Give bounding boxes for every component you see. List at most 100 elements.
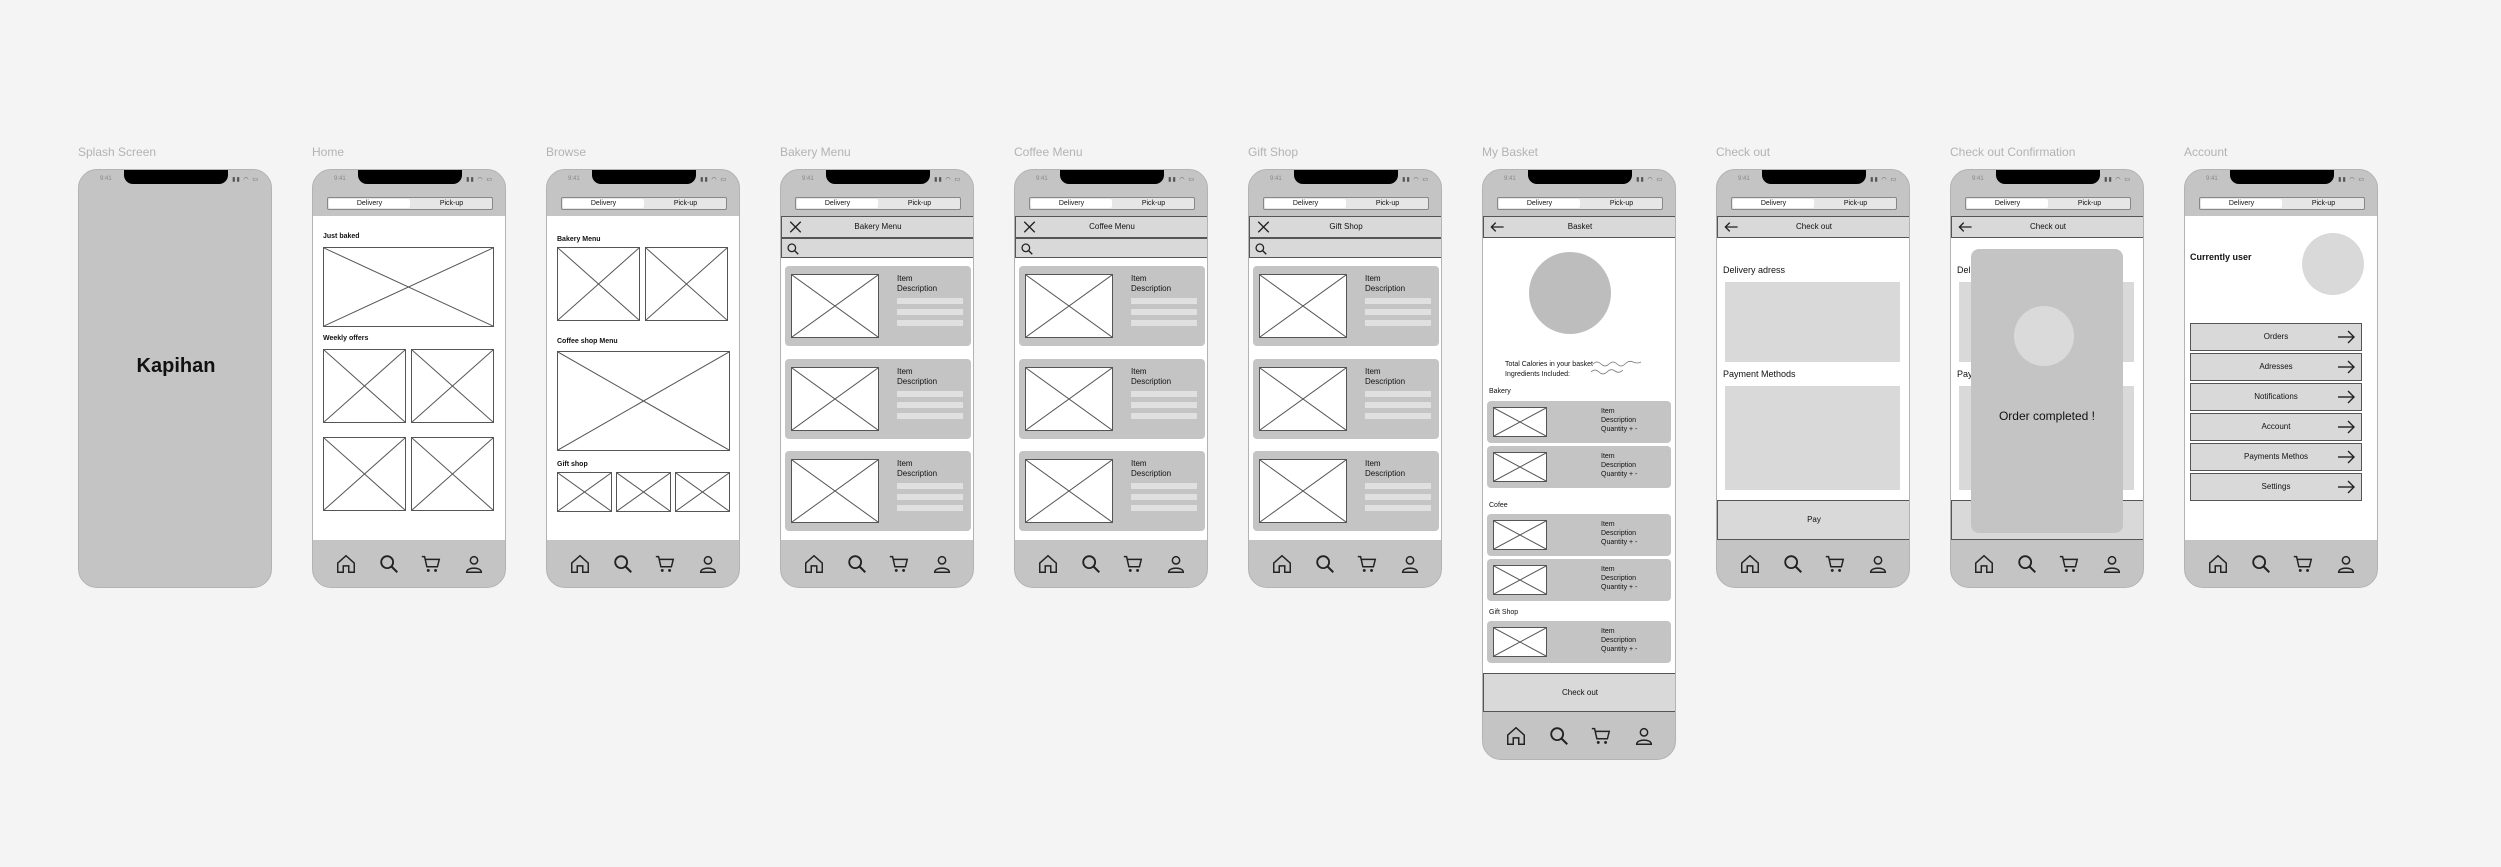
cart-icon[interactable] [2058,553,2080,575]
user-icon[interactable] [463,553,485,575]
user-icon[interactable] [2335,553,2357,575]
back-arrow-icon[interactable] [1958,220,1973,234]
image-placeholder[interactable] [557,247,640,321]
quantity-stepper[interactable]: Quantity + - [1601,471,1637,478]
delivery-tab[interactable]: Delivery [1967,199,2048,208]
home-icon[interactable] [1739,553,1761,575]
search-icon[interactable] [846,553,868,575]
delivery-tab[interactable]: Delivery [2201,199,2282,208]
search-bar[interactable] [1249,238,1441,258]
menu-item-card[interactable]: Item Description [785,359,971,439]
basket-item[interactable]: Item Description Quantity + - [1487,559,1671,601]
user-icon[interactable] [1867,553,1889,575]
back-arrow-icon[interactable] [1724,220,1739,234]
home-icon[interactable] [1973,553,1995,575]
basket-item[interactable]: Item Description Quantity + - [1487,514,1671,556]
delivery-address-box[interactable] [1725,282,1900,362]
account-menu-notifications[interactable]: Notifications [2190,383,2362,411]
image-placeholder[interactable] [411,437,494,511]
close-icon[interactable] [1256,220,1271,234]
cart-icon[interactable] [654,553,676,575]
pay-button[interactable]: Pay [1717,500,1909,540]
delivery-tab[interactable]: Delivery [797,199,878,208]
search-icon[interactable] [1548,725,1570,747]
image-placeholder[interactable] [323,247,494,327]
delivery-tab[interactable]: Delivery [1031,199,1112,208]
quantity-stepper[interactable]: Quantity + - [1601,539,1637,546]
image-placeholder[interactable] [411,349,494,423]
pickup-tab[interactable]: Pick-up [1347,198,1428,209]
cart-icon[interactable] [2292,553,2314,575]
search-icon[interactable] [612,553,634,575]
search-bar[interactable] [1015,238,1207,258]
user-icon[interactable] [1633,725,1655,747]
account-menu-account[interactable]: Account [2190,413,2362,441]
cart-icon[interactable] [1356,553,1378,575]
menu-item-card[interactable]: Item Description [1019,266,1205,346]
basket-item[interactable]: Item Description Quantity + - [1487,401,1671,443]
delivery-tab[interactable]: Delivery [1265,199,1346,208]
home-icon[interactable] [1271,553,1293,575]
image-placeholder[interactable] [645,247,728,321]
quantity-stepper[interactable]: Quantity + - [1601,646,1637,653]
home-icon[interactable] [2207,553,2229,575]
avatar[interactable] [2302,233,2364,295]
cart-icon[interactable] [420,553,442,575]
image-placeholder[interactable] [557,351,730,451]
cart-icon[interactable] [1824,553,1846,575]
pickup-tab[interactable]: Pick-up [1815,198,1896,209]
search-bar[interactable] [781,238,973,258]
user-icon[interactable] [2101,553,2123,575]
pickup-tab[interactable]: Pick-up [2049,198,2130,209]
user-icon[interactable] [1399,553,1421,575]
search-icon[interactable] [1314,553,1336,575]
home-icon[interactable] [1505,725,1527,747]
delivery-tab[interactable]: Delivery [563,199,644,208]
search-icon[interactable] [1020,242,1034,256]
cart-icon[interactable] [1122,553,1144,575]
cart-icon[interactable] [888,553,910,575]
image-placeholder[interactable] [675,472,730,512]
search-icon[interactable] [786,242,800,256]
menu-item-card[interactable]: Item Description [785,266,971,346]
basket-item[interactable]: Item Description Quantity + - [1487,621,1671,663]
home-icon[interactable] [569,553,591,575]
home-icon[interactable] [335,553,357,575]
pickup-tab[interactable]: Pick-up [1113,198,1194,209]
pickup-tab[interactable]: Pick-up [2283,198,2364,209]
account-menu-payments[interactable]: Payments Methos [2190,443,2362,471]
checkout-button[interactable]: Check out [1483,673,1675,712]
cart-icon[interactable] [1590,725,1612,747]
close-icon[interactable] [788,220,803,234]
account-menu-addresses[interactable]: Adresses [2190,353,2362,381]
account-menu-settings[interactable]: Settings [2190,473,2362,501]
search-icon[interactable] [2016,553,2038,575]
image-placeholder[interactable] [557,472,612,512]
order-completed-modal[interactable]: Order completed ! [1971,249,2123,533]
home-icon[interactable] [803,553,825,575]
delivery-tab[interactable]: Delivery [1499,199,1580,208]
image-placeholder[interactable] [616,472,671,512]
search-icon[interactable] [1254,242,1268,256]
user-icon[interactable] [1165,553,1187,575]
quantity-stepper[interactable]: Quantity + - [1601,584,1637,591]
delivery-tab[interactable]: Delivery [1733,199,1814,208]
delivery-tab[interactable]: Delivery [329,199,410,208]
pickup-tab[interactable]: Pick-up [411,198,492,209]
image-placeholder[interactable] [323,437,406,511]
search-icon[interactable] [2250,553,2272,575]
back-arrow-icon[interactable] [1490,220,1505,234]
user-icon[interactable] [931,553,953,575]
search-icon[interactable] [1080,553,1102,575]
menu-item-card[interactable]: Item Description [1253,359,1439,439]
menu-item-card[interactable]: Item Description [1019,359,1205,439]
pickup-tab[interactable]: Pick-up [879,198,960,209]
menu-item-card[interactable]: Item Description [1253,451,1439,531]
search-icon[interactable] [1782,553,1804,575]
user-icon[interactable] [697,553,719,575]
home-icon[interactable] [1037,553,1059,575]
quantity-stepper[interactable]: Quantity + - [1601,426,1637,433]
menu-item-card[interactable]: Item Description [1253,266,1439,346]
menu-item-card[interactable]: Item Description [785,451,971,531]
payment-methods-box[interactable] [1725,386,1900,490]
